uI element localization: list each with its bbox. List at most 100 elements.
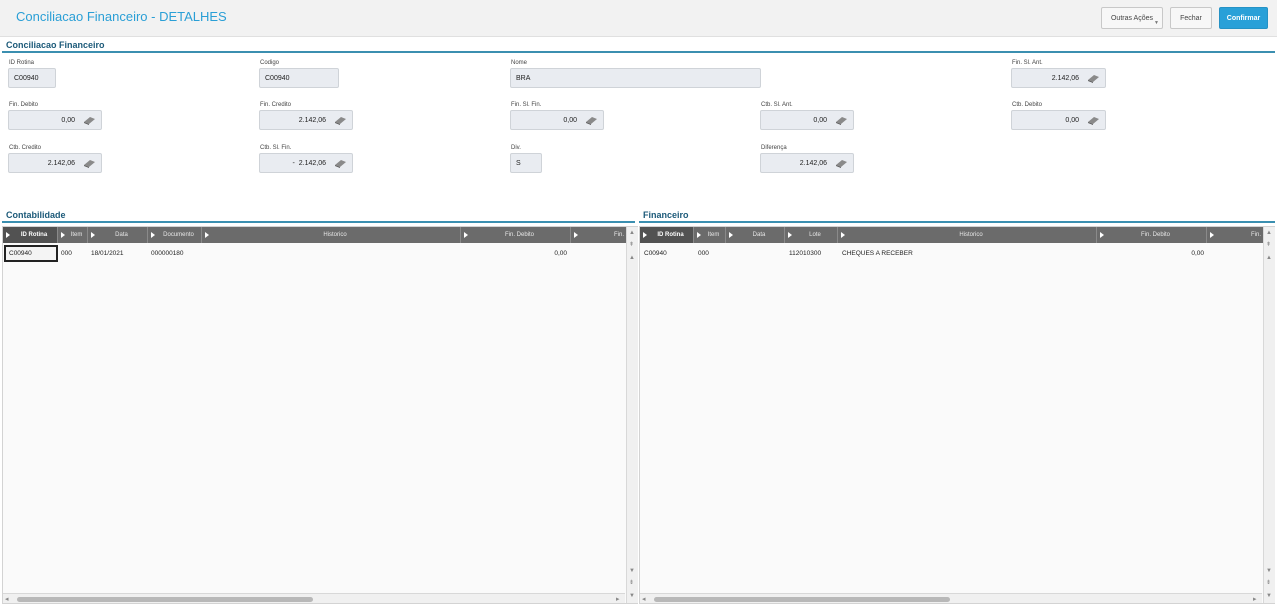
ctb-debito-field[interactable]: 0,00 [1011, 110, 1106, 130]
fin-sl-fin-field[interactable]: 0,00 [510, 110, 604, 130]
sort-arrow-icon [841, 232, 845, 238]
ctb-credito-value: 2.142,06 [47, 159, 75, 167]
scroll-bottom-icon[interactable]: ⇟ [629, 580, 634, 586]
scroll-bottom-icon[interactable]: ⇟ [1266, 580, 1271, 586]
scroll-down-icon[interactable]: ▼ [629, 593, 635, 599]
scroll-right-icon[interactable]: ▸ [1253, 595, 1257, 603]
col-header-lote[interactable]: Lote [785, 227, 838, 243]
cell-lote[interactable]: 112010300 [786, 245, 839, 262]
scroll-top-icon[interactable]: ⇞ [629, 242, 634, 248]
cell-documento[interactable]: 000000180 [148, 245, 202, 262]
scroll-up-icon[interactable]: ▲ [629, 255, 635, 261]
sort-arrow-icon [1210, 232, 1214, 238]
col-header-historico[interactable]: Historico [202, 227, 461, 243]
scroll-top-icon[interactable]: ⇞ [1266, 242, 1271, 248]
calculator-icon[interactable] [585, 116, 598, 125]
fin-debito-label: Fin. Debito [9, 102, 39, 108]
page-title: Conciliacao Financeiro - DETALHES [16, 9, 227, 24]
scroll-left-icon[interactable]: ◂ [642, 595, 646, 603]
ctb-sl-fin-field[interactable]: - 2.142,06 [259, 153, 353, 173]
calculator-icon[interactable] [835, 116, 848, 125]
ctb-debito-label: Ctb. Debito [1012, 102, 1043, 108]
financeiro-grid-header: ID Rotina Item Data Lote Historico Fin. … [640, 227, 1264, 243]
scroll-up-icon[interactable]: ▲ [1266, 255, 1272, 261]
ctb-credito-label: Ctb. Credito [9, 145, 42, 151]
calculator-icon[interactable] [334, 116, 347, 125]
nome-field[interactable]: BRA [510, 68, 761, 88]
scroll-thumb[interactable] [654, 597, 950, 602]
cell-item[interactable]: 000 [695, 245, 727, 262]
table-row[interactable]: C00940 000 112010300 CHEQUES A RECEBER 0… [641, 245, 1263, 262]
financeiro-horizontal-scrollbar[interactable]: ◂ ▸ [640, 593, 1262, 603]
sort-arrow-icon [91, 232, 95, 238]
financeiro-divider [639, 221, 1275, 223]
contabilidade-grid: ID Rotina Item Data Documento Historico … [2, 226, 638, 604]
col-header-fin-debito[interactable]: Fin. Debito [461, 227, 571, 243]
calculator-icon[interactable] [1087, 116, 1100, 125]
fin-credito-field[interactable]: 2.142,06 [259, 110, 353, 130]
col-header-item[interactable]: Item [58, 227, 88, 243]
fin-sl-ant-field[interactable]: 2.142,06 [1011, 68, 1106, 88]
sort-arrow-icon [1100, 232, 1104, 238]
codigo-label: Codigo [260, 60, 280, 66]
scroll-up-icon[interactable]: ▲ [629, 230, 635, 236]
ctb-sl-ant-value: 0,00 [813, 116, 827, 124]
scroll-up-icon[interactable]: ▲ [1266, 230, 1272, 236]
contabilidade-vertical-scrollbar[interactable]: ▲ ⇞ ▲ ▼ ⇟ ▼ [626, 227, 638, 603]
div-label: Div. [511, 145, 521, 151]
cell-id-rotina[interactable]: C00940 [641, 245, 695, 262]
cell-item[interactable]: 000 [58, 245, 88, 262]
cell-data[interactable] [727, 245, 786, 262]
col-header-id-rotina[interactable]: ID Rotina [640, 227, 694, 243]
cell-fin-debito[interactable]: 0,00 [461, 245, 571, 262]
cell-fin-debito[interactable]: 0,00 [1098, 245, 1208, 262]
fin-sl-fin-label: Fin. Sl. Fin. [511, 102, 542, 108]
fin-sl-ant-value: 2.142,06 [1051, 74, 1079, 82]
codigo-field[interactable]: C00940 [259, 68, 339, 88]
cell-historico[interactable] [202, 245, 461, 262]
contabilidade-horizontal-scrollbar[interactable]: ◂ ▸ [3, 593, 625, 603]
diferenca-field[interactable]: 2.142,06 [760, 153, 854, 173]
top-bar: Conciliacao Financeiro - DETALHES Outras… [0, 0, 1277, 37]
col-header-item[interactable]: Item [694, 227, 726, 243]
scroll-right-icon[interactable]: ▸ [616, 595, 620, 603]
col-header-documento[interactable]: Documento [148, 227, 202, 243]
confirm-button[interactable]: Confirmar [1219, 7, 1268, 29]
col-header-data[interactable]: Data [726, 227, 785, 243]
col-header-id-rotina[interactable]: ID Rotina [3, 227, 58, 243]
financeiro-vertical-scrollbar[interactable]: ▲ ⇞ ▲ ▼ ⇟ ▼ [1263, 227, 1275, 603]
calculator-icon[interactable] [1087, 74, 1100, 83]
fin-debito-field[interactable]: 0,00 [8, 110, 102, 130]
cell-historico[interactable]: CHEQUES A RECEBER [839, 245, 1098, 262]
financeiro-section-title: Financeiro [643, 210, 689, 220]
scroll-down-icon[interactable]: ▼ [1266, 593, 1272, 599]
diferenca-value: 2.142,06 [799, 159, 827, 167]
col-header-fin-debito[interactable]: Fin. Debito [1097, 227, 1207, 243]
scroll-down-icon[interactable]: ▼ [1266, 568, 1272, 574]
ctb-sl-ant-field[interactable]: 0,00 [760, 110, 854, 130]
cell-data[interactable]: 18/01/2021 [88, 245, 148, 262]
scroll-left-icon[interactable]: ◂ [5, 595, 9, 603]
div-field[interactable]: S [510, 153, 542, 173]
calculator-icon[interactable] [83, 116, 96, 125]
cell-fin[interactable] [571, 245, 625, 262]
table-row[interactable]: C00940 000 18/01/2021 000000180 0,00 [4, 245, 625, 262]
ctb-credito-field[interactable]: 2.142,06 [8, 153, 102, 173]
col-header-data[interactable]: Data [88, 227, 148, 243]
more-actions-button[interactable]: Outras Ações ▼ [1101, 7, 1163, 29]
fin-debito-value: 0,00 [61, 116, 75, 124]
contabilidade-section-title: Contabilidade [6, 210, 66, 220]
scroll-down-icon[interactable]: ▼ [629, 568, 635, 574]
col-header-historico[interactable]: Historico [838, 227, 1097, 243]
close-button[interactable]: Fechar [1170, 7, 1212, 29]
id-rotina-field[interactable]: C00940 [8, 68, 56, 88]
scroll-thumb[interactable] [17, 597, 313, 602]
cell-id-rotina[interactable]: C00940 [4, 245, 58, 262]
financeiro-grid: ID Rotina Item Data Lote Historico Fin. … [639, 226, 1275, 604]
col-header-fin[interactable]: Fin. [1207, 227, 1264, 243]
calculator-icon[interactable] [83, 159, 96, 168]
cell-fin[interactable] [1208, 245, 1263, 262]
col-header-fin[interactable]: Fin. [571, 227, 627, 243]
calculator-icon[interactable] [334, 159, 347, 168]
calculator-icon[interactable] [835, 159, 848, 168]
